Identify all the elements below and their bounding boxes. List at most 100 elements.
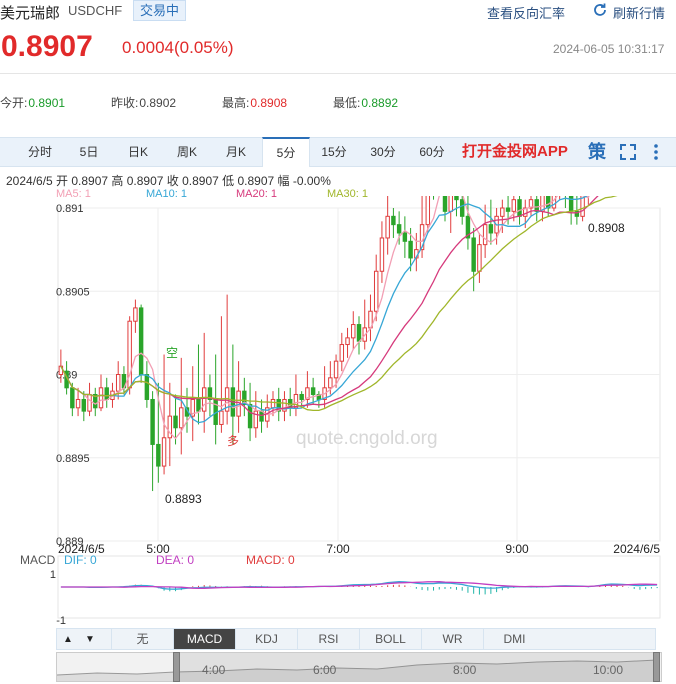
tab-daily-k[interactable]: 日K (115, 138, 161, 166)
candle-body (402, 232, 408, 242)
candle-body (517, 199, 522, 217)
candle-body (500, 207, 505, 217)
candle-body (351, 324, 356, 339)
dea-line (60, 581, 658, 589)
indicator-tab-dmi[interactable]: DMI (483, 629, 545, 649)
candle-body (425, 196, 431, 226)
candle-body (373, 270, 379, 312)
candle-body (356, 324, 362, 342)
tab-5min[interactable]: 5分 (262, 137, 310, 167)
candle-body (133, 307, 138, 322)
candle-body (396, 224, 402, 234)
scroller-window[interactable] (175, 653, 655, 681)
candle-body (505, 207, 511, 212)
candle-body (270, 398, 276, 409)
stat-open: 今开:0.8901 (0, 96, 66, 110)
candle-body (247, 403, 253, 429)
candle-body (482, 224, 488, 246)
candle-body (87, 393, 92, 412)
strategy-icon[interactable]: 策 (587, 142, 607, 162)
candle-body (511, 199, 517, 212)
candle-body (459, 199, 465, 217)
macd-legend-label: DIF: 0 (64, 553, 97, 567)
candle-body (161, 437, 167, 467)
header: 美元瑞郎 USDCHF 交易中 查看反向汇率 刷新行情 (0, 0, 676, 24)
sell-marker: 空 (166, 346, 178, 360)
candle-body (156, 443, 161, 467)
tab-weekly-k[interactable]: 周K (164, 138, 210, 166)
tab-30min[interactable]: 30分 (360, 138, 406, 166)
candle-body (477, 244, 482, 272)
scroller-label: 6:00 (313, 663, 337, 677)
macd-y-tick: 1 (50, 569, 56, 581)
period-tabs: 分时 5日 日K 周K 月K 5分 15分 30分 60分 打开金投网APP 策 (0, 137, 676, 167)
scroller-right-handle[interactable] (653, 652, 660, 682)
indicator-tab-macd[interactable]: MACD (173, 629, 235, 649)
candle-body (219, 410, 224, 425)
tab-15min[interactable]: 15分 (311, 138, 357, 166)
watermark-text: quote.cngold.org (296, 428, 438, 449)
x-tick-label: 7:00 (326, 542, 350, 556)
candle-body (98, 387, 104, 409)
candle-body (75, 398, 81, 409)
candle-body (299, 393, 304, 400)
candle-body (70, 387, 75, 409)
candle-body (580, 196, 585, 217)
scroller-left-handle[interactable] (173, 652, 180, 682)
candle-body (173, 415, 178, 429)
stat-high: 最高:0.8908 (222, 96, 288, 110)
candle-body (104, 387, 109, 400)
indicator-tab-rsi[interactable]: RSI (297, 629, 359, 649)
candle-body (339, 344, 345, 362)
candle-body (179, 407, 184, 429)
indicator-tab-boll[interactable]: BOLL (359, 629, 421, 649)
candle-body (379, 237, 385, 272)
candle-body (534, 199, 539, 212)
candle-body (408, 240, 413, 259)
current-price: 0.8907 (1, 30, 93, 63)
quote-datetime: 2024-06-05 10:31:17 (553, 42, 665, 56)
candle-body (138, 307, 144, 375)
refresh-link[interactable]: 刷新行情 (613, 3, 665, 22)
price-change: 0.0004(0.05%) (122, 38, 234, 57)
candle-body (471, 237, 476, 272)
candle-body (115, 374, 121, 392)
scroller-label: 4:00 (202, 663, 226, 677)
y-tick-label: 0.8895 (56, 453, 90, 465)
tab-monthly-k[interactable]: 月K (213, 138, 259, 166)
indicator-tab-none[interactable]: 无 (111, 629, 173, 649)
scroller-label: 10:00 (593, 663, 624, 677)
x-tick-label: 2024/6/5 (613, 542, 660, 556)
candle-body (81, 398, 87, 412)
low-price-label: 0.8893 (165, 492, 202, 506)
candle-body (144, 374, 150, 400)
indicator-tab-wr[interactable]: WR (421, 629, 483, 649)
stat-low: 最低:0.8892 (333, 96, 399, 110)
indicator-tab-kdj[interactable]: KDJ (235, 629, 297, 649)
range-scroller[interactable]: 4:00 6:00 8:00 10:00 (56, 652, 662, 682)
tab-60min[interactable]: 60分 (409, 138, 455, 166)
tab-5day[interactable]: 5日 (66, 138, 112, 166)
next-arrow-icon[interactable]: ▼ (81, 631, 99, 649)
scroller-label: 8:00 (453, 663, 477, 677)
divider (0, 73, 676, 74)
candle-body (201, 387, 207, 412)
candle-body (454, 196, 459, 201)
candle-body (385, 215, 390, 239)
fullscreen-icon[interactable] (618, 142, 638, 162)
open-app-link[interactable]: 打开金投网APP (462, 140, 568, 161)
candle-body (442, 196, 448, 212)
more-icon[interactable] (646, 142, 666, 162)
instrument-code: USDCHF (68, 3, 123, 18)
reverse-rate-link[interactable]: 查看反向汇率 (487, 3, 565, 22)
candle-body (391, 215, 396, 226)
candle-body (333, 360, 339, 379)
candle-body (150, 398, 155, 445)
tab-timeshare[interactable]: 分时 (17, 138, 63, 166)
refresh-icon[interactable] (592, 2, 608, 18)
x-tick-label: 9:00 (505, 542, 529, 556)
candle-body (196, 398, 201, 412)
prev-arrow-icon[interactable]: ▲ (59, 631, 77, 649)
macd-legend-label: DEA: 0 (156, 553, 194, 567)
kline-chart[interactable]: 0.8910.89050.890.88950.889quote.cngold.o… (0, 196, 676, 626)
